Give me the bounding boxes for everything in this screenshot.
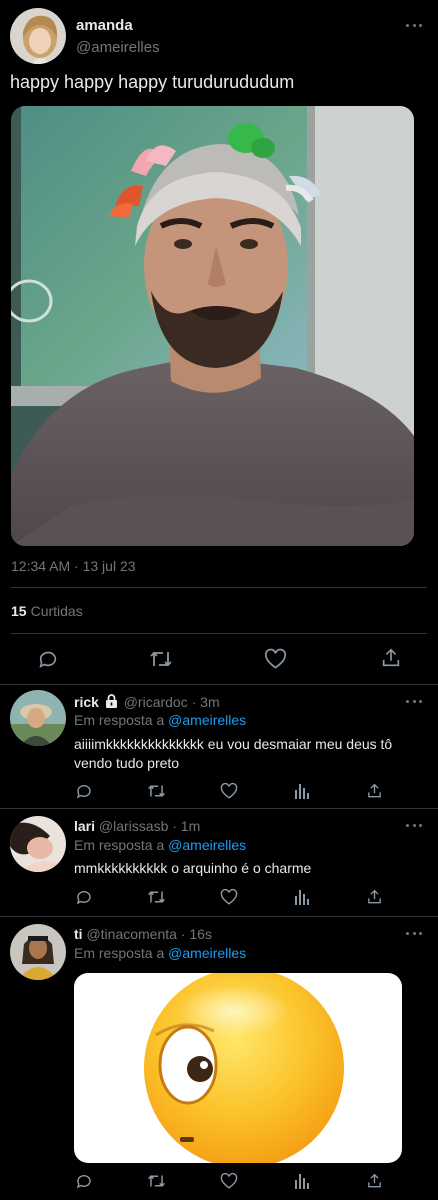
avatar[interactable] — [10, 816, 66, 872]
user-handle[interactable]: @ricardoc — [124, 694, 188, 710]
heart-icon[interactable] — [220, 782, 238, 800]
in-reply-to: Em resposta a @ameirelles — [74, 945, 247, 961]
user-handle[interactable]: @ameirelles — [76, 39, 160, 56]
reply-time[interactable]: · 1m — [172, 818, 200, 834]
more-icon[interactable] — [406, 824, 422, 828]
retweet-icon[interactable] — [147, 888, 166, 906]
views-icon[interactable] — [294, 1172, 310, 1190]
share-icon[interactable] — [366, 888, 383, 906]
retweet-icon[interactable] — [147, 1172, 166, 1190]
avatar[interactable] — [10, 8, 66, 64]
more-icon[interactable] — [406, 700, 422, 704]
tweet-text: happy happy happy turudurududum — [10, 72, 295, 92]
user-handle[interactable]: @larissasb — [99, 818, 168, 834]
display-name[interactable]: amanda — [76, 17, 160, 34]
more-icon[interactable] — [406, 932, 422, 936]
reply-icon[interactable] — [37, 648, 59, 670]
more-icon[interactable] — [406, 24, 422, 28]
heart-icon[interactable] — [264, 648, 287, 670]
share-icon[interactable] — [366, 782, 383, 800]
reply-tweet[interactable]: rick @ricardoc · 3m Em resposta a @ameir… — [0, 684, 438, 808]
display-name[interactable]: rick — [74, 694, 99, 710]
mention-link[interactable]: @ameirelles — [168, 945, 246, 961]
tweet-photo[interactable] — [11, 106, 414, 546]
in-reply-to: Em resposta a @ameirelles — [74, 837, 247, 853]
reply-media-emoji[interactable] — [74, 973, 402, 1163]
likes-count[interactable]: 15 Curtidas — [11, 603, 83, 619]
reply-text: aiiiimkkkkkkkkkkkkkk eu vou desmaiar meu… — [74, 736, 393, 771]
views-icon[interactable] — [294, 782, 310, 800]
reply-time[interactable]: · 3m — [192, 694, 220, 710]
tweet-timestamp[interactable]: 12:34 AM · 13 jul 23 — [11, 558, 136, 574]
reply-actions — [0, 888, 438, 908]
tweet-header: amanda @ameirelles — [10, 8, 160, 64]
avatar[interactable] — [10, 924, 66, 980]
heart-icon[interactable] — [220, 1172, 238, 1190]
mention-link[interactable]: @ameirelles — [168, 712, 246, 728]
user-handle[interactable]: @tinacomenta — [86, 926, 176, 942]
reply-icon[interactable] — [75, 1172, 93, 1190]
display-name[interactable]: lari — [74, 818, 95, 834]
share-icon[interactable] — [380, 647, 402, 669]
lock-icon — [105, 694, 118, 711]
share-icon[interactable] — [366, 1172, 383, 1190]
retweet-icon[interactable] — [149, 648, 173, 670]
in-reply-to: Em resposta a @ameirelles — [74, 712, 247, 728]
avatar[interactable] — [10, 690, 66, 746]
tweet-actions — [0, 646, 438, 672]
reply-text: mmkkkkkkkkkk o arquinho é o charme — [74, 860, 312, 876]
reply-icon[interactable] — [75, 888, 93, 906]
reply-actions — [0, 1172, 438, 1192]
heart-icon[interactable] — [220, 888, 238, 906]
retweet-icon[interactable] — [147, 782, 166, 800]
display-name[interactable]: ti — [74, 926, 83, 942]
mention-link[interactable]: @ameirelles — [168, 837, 246, 853]
divider — [11, 633, 427, 634]
views-icon[interactable] — [294, 888, 310, 906]
reply-actions — [0, 782, 438, 802]
reply-icon[interactable] — [75, 782, 93, 800]
divider — [11, 587, 427, 588]
reply-time[interactable]: · 16s — [181, 926, 212, 942]
reply-tweet[interactable]: lari @larissasb · 1m Em resposta a @amei… — [0, 808, 438, 916]
